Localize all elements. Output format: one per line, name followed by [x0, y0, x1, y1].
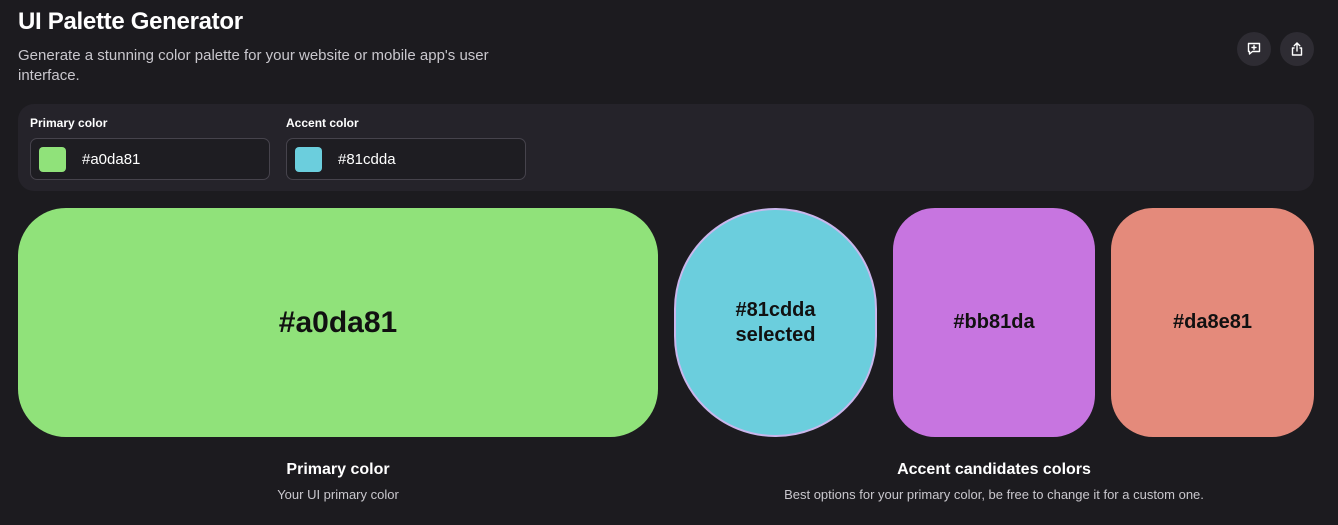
- color-inputs-panel: Primary color #a0da81 Accent color #81cd…: [18, 104, 1314, 191]
- share-icon: [1291, 42, 1303, 56]
- primary-color-label: Primary color: [30, 116, 108, 130]
- primary-color-preview: #a0da81: [18, 208, 658, 437]
- share-button[interactable]: [1280, 32, 1314, 66]
- accent-color-field: Accent color #81cdda: [286, 116, 526, 180]
- primary-color-preview-hex: #a0da81: [278, 305, 398, 339]
- accent-color-swatch[interactable]: [295, 146, 322, 172]
- header-actions: [1237, 32, 1314, 66]
- accent-caption-subtitle: Best options for your primary color, be …: [784, 487, 1204, 502]
- feedback-icon: [1247, 42, 1261, 55]
- accent-candidate-hex: #bb81da: [953, 311, 1035, 333]
- accent-candidate-hex: #da8e81: [1173, 311, 1252, 333]
- primary-color-value[interactable]: #a0da81: [82, 151, 140, 168]
- primary-color-swatch[interactable]: [39, 146, 66, 172]
- page-subtitle: Generate a stunning color palette for yo…: [18, 47, 489, 84]
- accent-candidate-3[interactable]: #da8e81: [1111, 208, 1314, 437]
- accent-color-label: Accent color: [286, 116, 359, 130]
- accent-color-value[interactable]: #81cdda: [338, 151, 396, 168]
- page-title: UI Palette Generator: [18, 8, 243, 35]
- primary-color-field: Primary color #a0da81: [30, 116, 270, 180]
- accent-caption-title: Accent candidates colors: [897, 461, 1091, 478]
- accent-candidate-hex: #81cdda: [735, 298, 816, 321]
- accent-selected-status: selected: [735, 323, 816, 346]
- primary-caption-subtitle: Your UI primary color: [277, 487, 399, 502]
- accent-candidate-2[interactable]: #bb81da: [893, 208, 1095, 437]
- palette-generator-page: UI Palette Generator Generate a stunning…: [0, 0, 1338, 525]
- primary-color-input[interactable]: #a0da81: [30, 138, 270, 180]
- feedback-button[interactable]: [1237, 32, 1271, 66]
- primary-color-caption: Primary color Your UI primary color: [18, 461, 658, 502]
- accent-candidate-1[interactable]: #81cdda selected: [674, 208, 877, 437]
- accent-color-input[interactable]: #81cdda: [286, 138, 526, 180]
- accent-candidates-caption: Accent candidates colors Best options fo…: [674, 461, 1314, 502]
- primary-caption-title: Primary color: [286, 461, 390, 478]
